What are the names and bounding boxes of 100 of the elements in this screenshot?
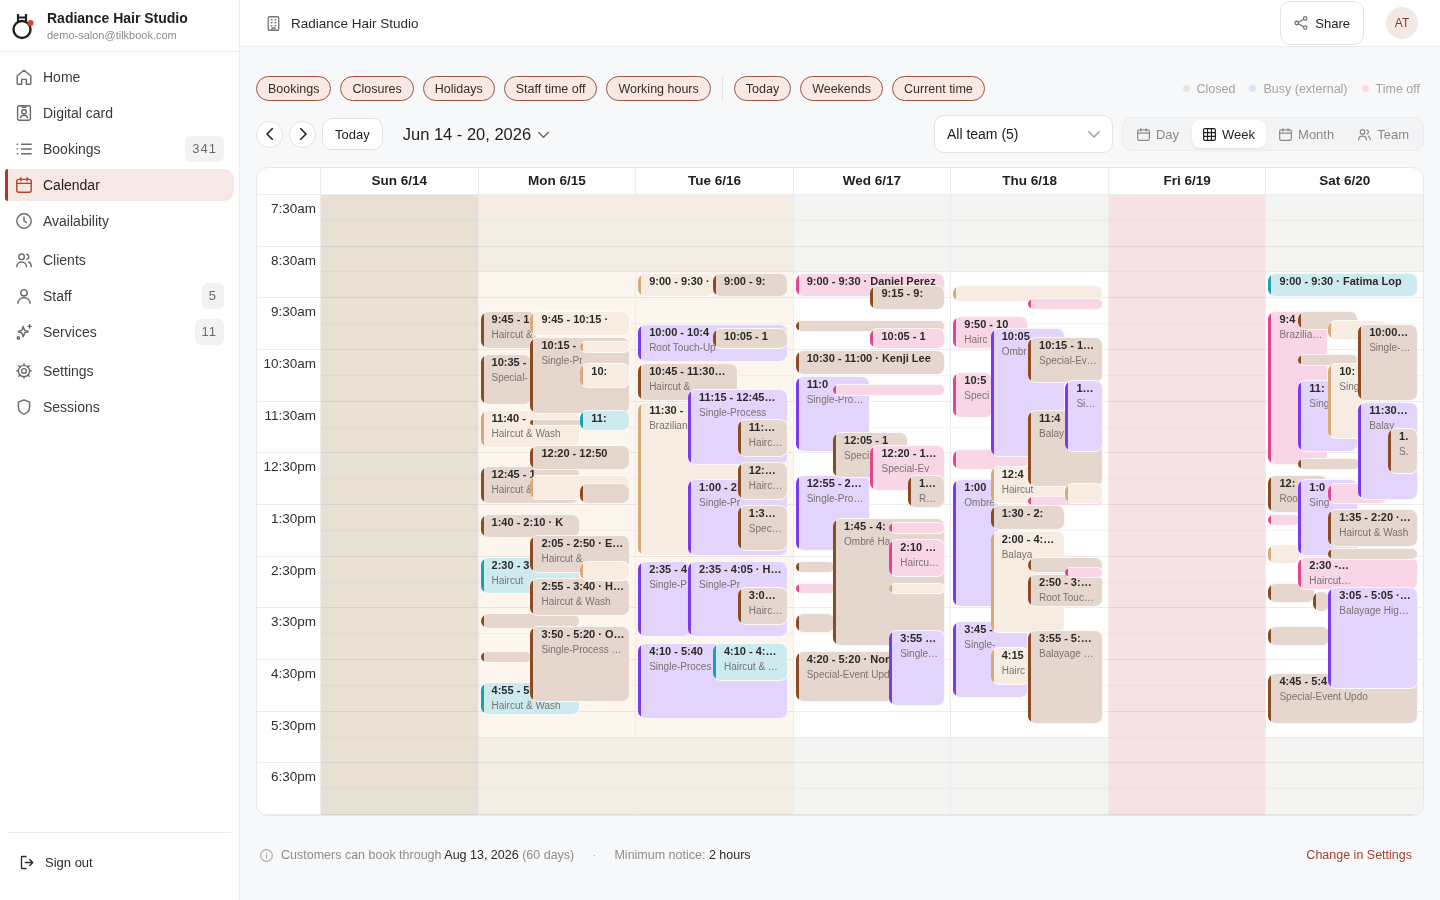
day-header: Sun 6/14 [320,168,478,194]
appointment-time: 11:30 - [649,403,684,417]
legend-label: Closed [1196,81,1236,96]
appointment-time: 2:05 - 2:50 · E… [541,537,624,551]
legend-label: Time off [1375,81,1420,96]
appointment-service: Single-Pro… [806,392,864,406]
appointment-time: 3:55 - 5:… [1039,631,1092,645]
time-label: 12:30pm [263,459,316,475]
appointment-time: 1… [1076,382,1094,396]
appointment-time: 4:10 - 5:40 [649,644,703,658]
appointment-service: Si… [1076,397,1096,411]
appointment-time: 1:30 - 2: [1001,507,1044,520]
appointment-time: 2:30 - 3 [491,558,530,572]
appointment-time: 1. [1399,429,1409,443]
time-label: 8:30am [270,252,316,268]
appointment-time: 4:20 - 5:20 · Nor [806,653,890,667]
appointment-time: 9:00 - 9: [723,274,766,288]
appointment-time: 10: [1339,364,1356,378]
appointment-service: Hairc [1001,664,1025,678]
legend-label: Busy (external) [1263,81,1348,96]
day-header: Mon 6/15 [477,168,636,194]
studio-title: Radiance Hair Studio [291,15,419,31]
appointment-service: Special- [491,371,528,385]
appointment-service: Balaya [1001,547,1033,561]
appointment-service: Single-… [1369,341,1411,355]
appointment-service: Hairc… [748,603,783,617]
appointment-service: Special-Ev [881,461,930,475]
count-badge: 11 [194,319,224,345]
appointment-service: Single… [900,646,938,660]
appointment-service: Brazilia… [1279,328,1323,342]
separator-dot: · [592,848,597,862]
appointment-time: 10:30 - 11:00 · Kenji Lee [806,352,931,365]
appointment-time: 9:50 - 10 [964,317,1009,331]
appointment-time: 2:10 … [900,541,937,555]
appointment-time: 12:20 - 12:50 [541,446,608,460]
appointment-time: 10:35 - [491,356,527,370]
time-label: 3:30pm [270,614,316,630]
appointment-time: 3:05 - 5:05 ·… [1339,588,1411,602]
appointment-service: S. [1399,444,1409,458]
appointment-time: 9:00 - 9:30 · Daniel Perez [806,274,936,288]
time-label: 5:30pm [270,717,316,733]
appointment-time: 12: [1279,476,1296,490]
studio-name: Radiance Hair Studio [47,10,188,26]
appointment-time: 11:40 - [491,412,526,426]
appointment-time: 1:3… [748,507,776,520]
appointment-time: 1… [918,476,936,490]
appointment-service: R… [918,491,937,505]
appointment-time: 12:20 - 1… [881,446,937,460]
appointment-time: 9:00 - 9:30 · Fatima Lop [1279,274,1402,288]
appointment-time: 10:15 - [541,339,577,353]
appointment-service: Balayage Hig… [1339,603,1409,617]
appointment-service: Special-Event Updo [1279,689,1368,703]
appointment-time: 12:55 - 2… [806,476,862,490]
appointment-time: 1:0 [1309,481,1326,495]
appointment-time: 4:15 [1001,649,1024,663]
appointment-service: Single-Proces [649,659,712,673]
appointment-time: 2:30 -… [1309,558,1350,572]
appointment-service: Hairc [964,332,988,346]
appointment-time: 3:50 - 5:20 · O… [541,627,625,641]
time-label: 10:30am [263,355,316,371]
appointment-time: 11:… [748,420,776,434]
appointment-service: Hairc… [748,478,783,492]
appointment-time: 9:4 [1279,313,1296,327]
appointment-service: Single-Process … [541,642,622,656]
day-header: Wed 6/17 [792,168,951,194]
appointment-service: Sing [1309,496,1330,510]
appointment-time: 11:4 [1039,412,1061,426]
appointment-time: 4:55 - 5 [491,683,530,697]
appointment-service: Single-Pr [541,354,583,368]
appointment-service: Special-Event Upd [806,668,890,682]
appointment-time: 10:5 [964,373,987,387]
appointment-time: 9:15 - 9: [881,287,924,301]
appointment-service: Brazilian [649,418,688,432]
appointment-service: Speci [964,388,990,402]
day-header: Thu 6/18 [950,168,1108,194]
time-label: 1:30pm [270,510,316,526]
appointment-service: Single-P [649,577,687,591]
appointment-service: Haircu… [900,556,940,570]
appointment-time: 9:00 - 9:30 · [649,274,710,288]
appointment-service: Spec… [748,522,782,535]
time-label: 9:30am [270,304,316,320]
appointment-time: 10:00… [1369,326,1409,340]
appointment-time: 3:0… [748,588,776,602]
appointment-service: Hairc… [748,435,783,449]
appointment-service: Balayage … [1039,646,1094,660]
appointment-time: 1:00 - 2 [699,481,737,495]
appointment-time: 10: [591,364,608,378]
appointment-service: Haircut & [649,379,691,393]
time-label: 7:30am [270,201,316,216]
account-email: demo-salon@tilkbook.com [47,29,178,41]
appointment-time: 3:55 … [900,631,937,645]
appointment-time: 2:35 - 4 [649,562,688,576]
appointment-time: 1:40 - 2:10 · K [491,515,564,529]
appointment-time: 2:00 - 4:… [1001,532,1055,546]
time-label: 4:30pm [270,665,316,681]
appointment-service: Haircut [491,573,524,587]
appointment-service: Roo [1279,491,1298,505]
appointment-time: 10:05 - 1 [723,330,768,344]
appointment-service: Single-Pro… [806,491,864,505]
appointment-service: Haircut & Wash [541,595,611,609]
